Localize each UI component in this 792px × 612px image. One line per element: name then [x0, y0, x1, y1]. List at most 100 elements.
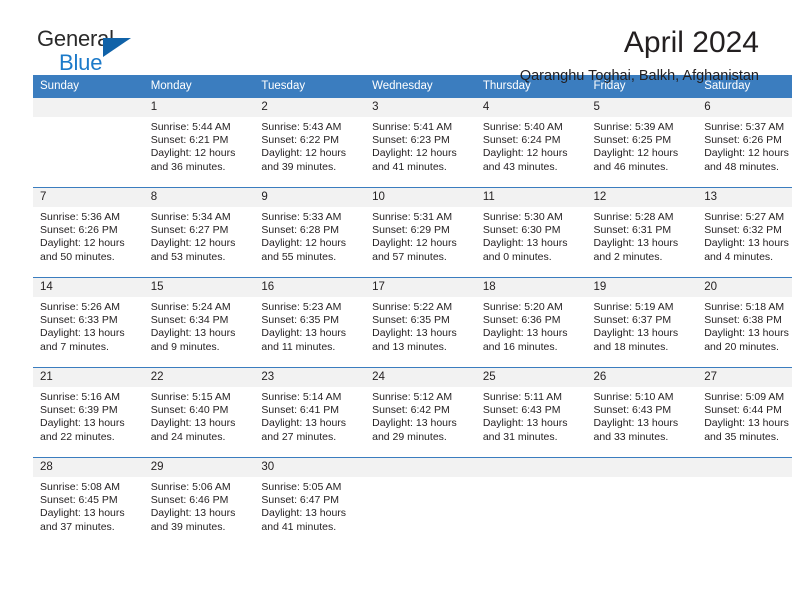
daylight-text-cont: and 2 minutes. — [593, 250, 663, 263]
daylight-text-cont: and 0 minutes. — [482, 250, 552, 263]
daylight-text: Daylight: 13 hours — [261, 507, 347, 520]
day-details: Sunrise: 5:27 AM Sunset: 6:32 PM Dayligh… — [697, 207, 792, 264]
day-details: Sunrise: 5:40 AM Sunset: 6:24 PM Dayligh… — [476, 117, 587, 174]
sunset-text: Sunset: 6:22 PM — [261, 134, 340, 147]
day-number: 19 — [586, 278, 698, 297]
day-cell[interactable] — [475, 457, 587, 547]
calendar-week-row: 1 Sunrise: 5:44 AM Sunset: 6:21 PM Dayli… — [33, 98, 792, 188]
day-number: 1 — [143, 98, 255, 117]
day-cell[interactable]: 1 Sunrise: 5:44 AM Sunset: 6:21 PM Dayli… — [143, 98, 255, 188]
day-details: Sunrise: 5:15 AM Sunset: 6:40 PM Dayligh… — [144, 387, 255, 444]
day-cell[interactable]: 12 Sunrise: 5:28 AM Sunset: 6:31 PM Dayl… — [586, 187, 698, 278]
daylight-text-cont: and 22 minutes. — [40, 430, 115, 443]
daylight-text: Daylight: 13 hours — [372, 417, 457, 430]
day-cell[interactable]: 24 Sunrise: 5:12 AM Sunset: 6:42 PM Dayl… — [365, 367, 476, 458]
day-cell[interactable]: 18 Sunrise: 5:20 AM Sunset: 6:36 PM Dayl… — [475, 277, 587, 368]
day-number: 7 — [33, 188, 144, 207]
day-cell[interactable] — [365, 457, 476, 547]
day-number: 26 — [586, 368, 698, 387]
day-cell[interactable]: 2 Sunrise: 5:43 AM Sunset: 6:22 PM Dayli… — [254, 98, 366, 188]
sunset-text: Sunset: 6:33 PM — [40, 314, 118, 327]
day-cell[interactable] — [586, 457, 698, 547]
day-cell[interactable]: 11 Sunrise: 5:30 AM Sunset: 6:30 PM Dayl… — [475, 187, 587, 278]
daylight-text-cont: and 37 minutes. — [40, 520, 115, 533]
day-cell[interactable]: 30 Sunrise: 5:05 AM Sunset: 6:47 PM Dayl… — [254, 457, 366, 547]
sunrise-text: Sunrise: 5:20 AM — [482, 301, 563, 313]
day-number: 16 — [254, 278, 366, 297]
general-blue-logo[interactable]: General Blue — [33, 26, 157, 78]
calendar-table: Sunday Monday Tuesday Wednesday Thursday… — [33, 75, 792, 547]
day-cell[interactable]: 7 Sunrise: 5:36 AM Sunset: 6:26 PM Dayli… — [33, 187, 144, 278]
daylight-text-cont: and 27 minutes. — [261, 430, 337, 443]
sunset-text: Sunset: 6:35 PM — [372, 314, 450, 327]
day-details: Sunrise: 5:11 AM Sunset: 6:43 PM Dayligh… — [476, 387, 587, 444]
daylight-text-cont: and 50 minutes. — [40, 250, 115, 263]
day-details: Sunrise: 5:08 AM Sunset: 6:45 PM Dayligh… — [33, 477, 144, 534]
day-cell[interactable]: 13 Sunrise: 5:27 AM Sunset: 6:32 PM Dayl… — [697, 187, 792, 278]
day-cell[interactable]: 10 Sunrise: 5:31 AM Sunset: 6:29 PM Dayl… — [365, 187, 476, 278]
calendar-week-row: 21 Sunrise: 5:16 AM Sunset: 6:39 PM Dayl… — [33, 367, 792, 458]
day-cell[interactable]: 8 Sunrise: 5:34 AM Sunset: 6:27 PM Dayli… — [143, 187, 255, 278]
day-cell[interactable]: 14 Sunrise: 5:26 AM Sunset: 6:33 PM Dayl… — [33, 277, 144, 368]
day-cell[interactable]: 4 Sunrise: 5:40 AM Sunset: 6:24 PM Dayli… — [475, 98, 587, 188]
daylight-text-cont: and 13 minutes. — [372, 340, 447, 353]
day-details: Sunrise: 5:06 AM Sunset: 6:46 PM Dayligh… — [144, 477, 255, 534]
sunset-text: Sunset: 6:41 PM — [261, 404, 340, 417]
sunrise-text: Sunrise: 5:37 AM — [704, 121, 785, 133]
sunrise-text: Sunrise: 5:31 AM — [372, 211, 453, 223]
day-details: Sunrise: 5:12 AM Sunset: 6:42 PM Dayligh… — [365, 387, 476, 444]
sunrise-text: Sunrise: 5:26 AM — [40, 301, 120, 313]
day-details: Sunrise: 5:30 AM Sunset: 6:30 PM Dayligh… — [476, 207, 587, 264]
day-cell[interactable]: 21 Sunrise: 5:16 AM Sunset: 6:39 PM Dayl… — [33, 367, 144, 458]
day-cell[interactable]: 17 Sunrise: 5:22 AM Sunset: 6:35 PM Dayl… — [365, 277, 476, 368]
day-cell[interactable]: 9 Sunrise: 5:33 AM Sunset: 6:28 PM Dayli… — [254, 187, 366, 278]
sunset-text: Sunset: 6:36 PM — [482, 314, 561, 327]
calendar-body: 1 Sunrise: 5:44 AM Sunset: 6:21 PM Dayli… — [33, 98, 792, 547]
sunrise-text: Sunrise: 5:43 AM — [261, 121, 342, 133]
day-number: 10 — [365, 188, 476, 207]
day-cell[interactable]: 19 Sunrise: 5:19 AM Sunset: 6:37 PM Dayl… — [586, 277, 698, 368]
day-number — [33, 98, 144, 117]
daylight-text: Daylight: 13 hours — [482, 237, 568, 250]
sunrise-text: Sunrise: 5:39 AM — [593, 121, 674, 133]
day-cell[interactable]: 20 Sunrise: 5:18 AM Sunset: 6:38 PM Dayl… — [697, 277, 792, 368]
day-cell[interactable]: 6 Sunrise: 5:37 AM Sunset: 6:26 PM Dayli… — [697, 98, 792, 188]
day-details: Sunrise: 5:37 AM Sunset: 6:26 PM Dayligh… — [697, 117, 792, 174]
sunrise-text: Sunrise: 5:30 AM — [482, 211, 563, 223]
day-cell[interactable] — [697, 457, 792, 547]
day-cell[interactable]: 27 Sunrise: 5:09 AM Sunset: 6:44 PM Dayl… — [697, 367, 792, 458]
sunset-text: Sunset: 6:37 PM — [593, 314, 672, 327]
day-cell[interactable]: 28 Sunrise: 5:08 AM Sunset: 6:45 PM Dayl… — [33, 457, 144, 547]
day-details: Sunrise: 5:34 AM Sunset: 6:27 PM Dayligh… — [144, 207, 255, 264]
sunrise-text: Sunrise: 5:22 AM — [372, 301, 453, 313]
daylight-text: Daylight: 13 hours — [261, 417, 347, 430]
day-cell[interactable]: 29 Sunrise: 5:06 AM Sunset: 6:46 PM Dayl… — [143, 457, 255, 547]
day-details: Sunrise: 5:16 AM Sunset: 6:39 PM Dayligh… — [33, 387, 144, 444]
day-cell[interactable]: 22 Sunrise: 5:15 AM Sunset: 6:40 PM Dayl… — [143, 367, 255, 458]
daylight-text: Daylight: 12 hours — [482, 147, 568, 160]
day-cell[interactable] — [33, 98, 144, 188]
day-cell[interactable]: 15 Sunrise: 5:24 AM Sunset: 6:34 PM Dayl… — [143, 277, 255, 368]
day-number: 22 — [143, 368, 255, 387]
day-cell[interactable]: 23 Sunrise: 5:14 AM Sunset: 6:41 PM Dayl… — [254, 367, 366, 458]
sunset-text: Sunset: 6:27 PM — [150, 224, 229, 237]
day-number: 15 — [143, 278, 255, 297]
sunrise-text: Sunrise: 5:08 AM — [40, 481, 120, 493]
day-cell[interactable]: 3 Sunrise: 5:41 AM Sunset: 6:23 PM Dayli… — [365, 98, 476, 188]
day-number: 18 — [475, 278, 587, 297]
sunset-text: Sunset: 6:43 PM — [593, 404, 672, 417]
sunrise-text: Sunrise: 5:16 AM — [40, 391, 120, 403]
day-details: Sunrise: 5:14 AM Sunset: 6:41 PM Dayligh… — [254, 387, 365, 444]
day-cell[interactable]: 26 Sunrise: 5:10 AM Sunset: 6:43 PM Dayl… — [586, 367, 698, 458]
sunset-text: Sunset: 6:42 PM — [372, 404, 450, 417]
daylight-text-cont: and 11 minutes. — [261, 340, 336, 353]
day-cell[interactable]: 25 Sunrise: 5:11 AM Sunset: 6:43 PM Dayl… — [475, 367, 587, 458]
day-cell[interactable]: 16 Sunrise: 5:23 AM Sunset: 6:35 PM Dayl… — [254, 277, 366, 368]
sunrise-text: Sunrise: 5:40 AM — [482, 121, 563, 133]
day-cell[interactable]: 5 Sunrise: 5:39 AM Sunset: 6:25 PM Dayli… — [586, 98, 698, 188]
logo-triangle-icon — [103, 38, 131, 57]
day-number: 27 — [697, 368, 792, 387]
day-details: Sunrise: 5:23 AM Sunset: 6:35 PM Dayligh… — [254, 297, 365, 354]
day-number: 13 — [697, 188, 792, 207]
daylight-text: Daylight: 12 hours — [261, 237, 347, 250]
